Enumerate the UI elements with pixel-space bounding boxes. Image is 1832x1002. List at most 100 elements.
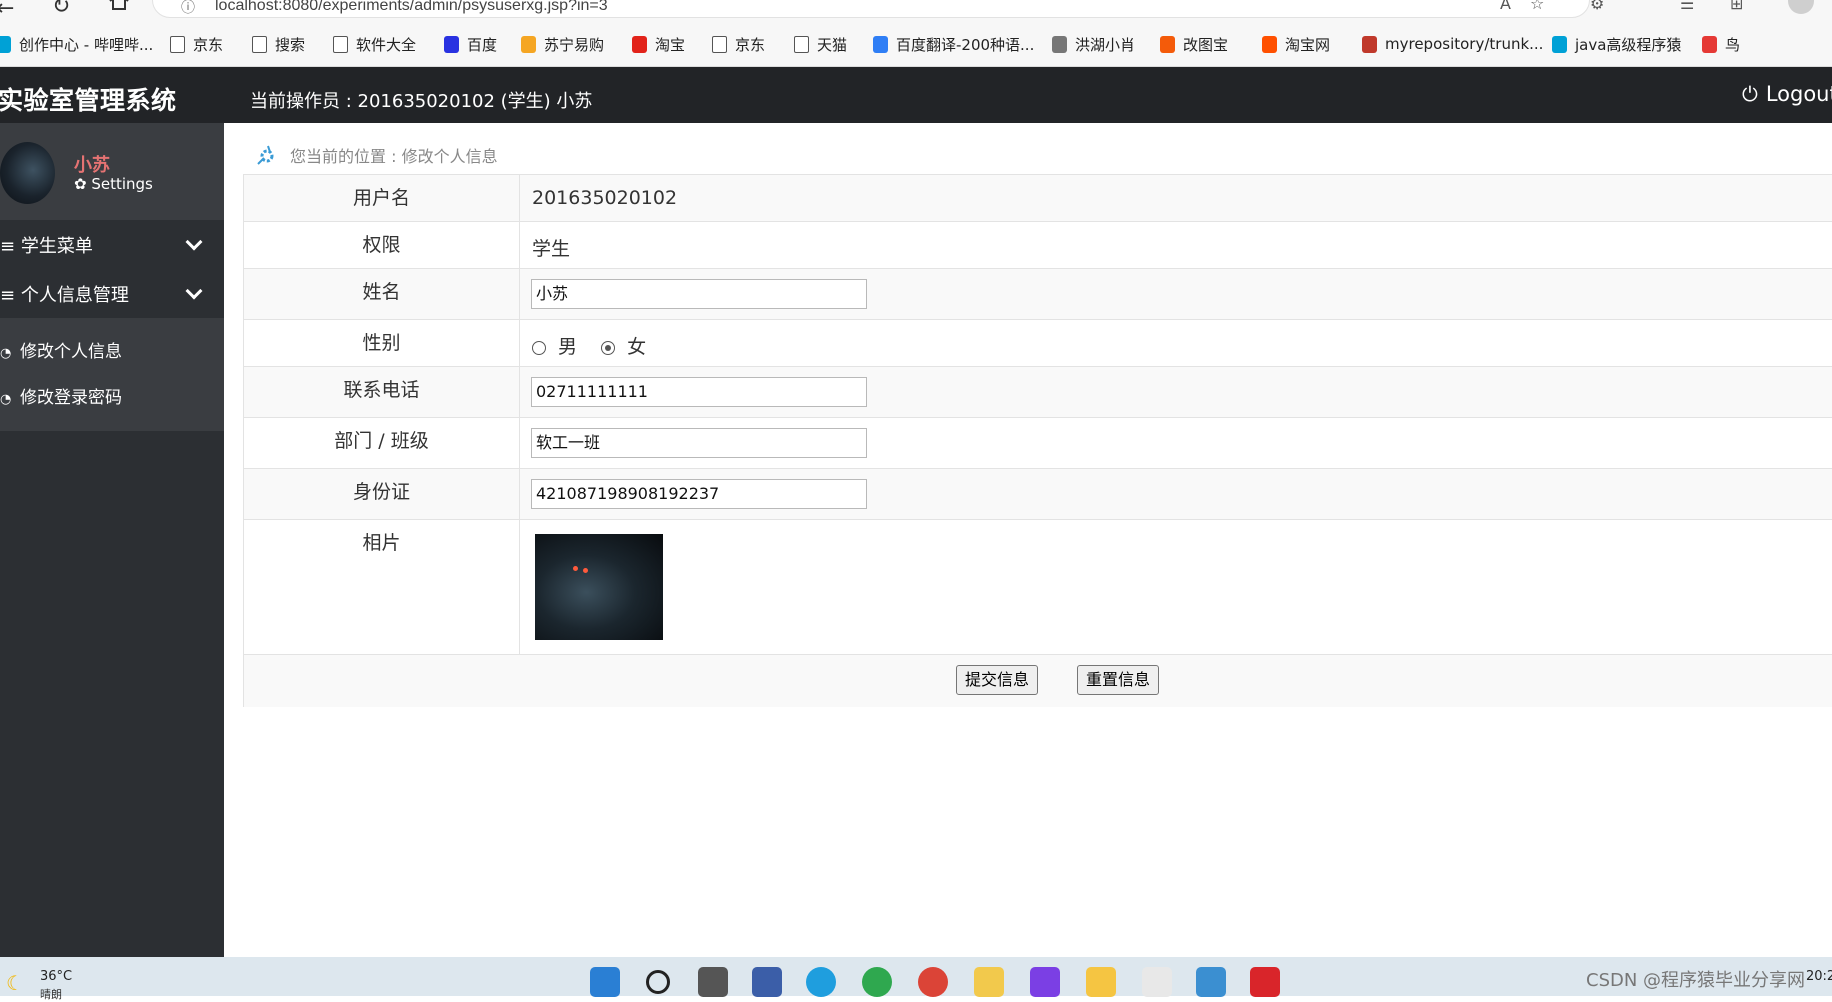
menu-label: 学生菜单 [20, 236, 93, 257]
field-label: 性别 [244, 320, 520, 366]
bookmark-item[interactable]: 鸟 [1702, 34, 1740, 54]
bookmark-label: 软件大全 [356, 35, 417, 54]
app-header: 实验室管理系统 当前操作员 : 201635020102 (学生) 小苏 ⏻ Lo… [0, 67, 1832, 123]
location-icon [257, 145, 274, 165]
back-icon[interactable]: ← [0, 0, 14, 21]
taskbar: ☾ 36°C 晴朗 CSDN @程序猿毕业分享网 20:26 [0, 957, 1832, 1001]
bookmark-item[interactable]: 百度翻译-200种语... [873, 34, 1034, 54]
bookmark-item[interactable]: 淘宝 [632, 34, 685, 54]
ie-icon[interactable] [862, 967, 892, 997]
name-input[interactable]: 小苏 [531, 279, 867, 309]
bookmark-item[interactable]: 淘宝网 [1262, 34, 1330, 54]
field-label: 相片 [244, 520, 520, 654]
address-bar[interactable]: ⓘ localhost:8080/experiments/admin/psysu… [152, 0, 1590, 18]
bookmark-label: 天猫 [817, 35, 848, 54]
field-label: 身份证 [244, 469, 520, 519]
task-view-icon[interactable] [698, 967, 728, 997]
wps-icon[interactable] [1250, 967, 1280, 997]
phone-input[interactable]: 02711111111 [531, 377, 867, 407]
app-icon[interactable] [752, 967, 782, 997]
bookmark-item[interactable]: 改图宝 [1160, 34, 1228, 54]
site-info-icon[interactable]: ⓘ [181, 0, 195, 17]
settings-link[interactable]: ✿ Settings [74, 175, 153, 193]
read-aloud-icon[interactable]: A [1500, 0, 1511, 13]
reload-icon[interactable]: ↻ [52, 0, 70, 19]
bookmark-item[interactable]: 创作中心 - 哔哩哔... [0, 34, 153, 54]
sidebar-item-edit-info[interactable]: ◔ 修改个人信息 [0, 337, 122, 367]
menu-label: 个人信息管理 [20, 285, 129, 306]
sidebar-item-change-password[interactable]: ◔ 修改登录密码 [0, 383, 122, 413]
bookmark-item[interactable]: 京东 [712, 34, 765, 54]
breadcrumb-text: 您当前的位置 : 修改个人信息 [290, 147, 498, 166]
site-icon [0, 35, 11, 53]
search-icon[interactable] [646, 970, 670, 994]
clock: 20:26 [1806, 969, 1832, 984]
site-icon [873, 35, 888, 53]
weather-description: 晴朗 [40, 988, 62, 1001]
gender-male-label: 男 [558, 336, 578, 358]
form-row-department: 部门 / 班级 软工一班 [244, 418, 1832, 469]
start-icon[interactable] [590, 967, 620, 997]
bookmark-item[interactable]: 洪湖小肖 [1052, 34, 1135, 54]
id-card-input[interactable]: 421087198908192237 [531, 479, 867, 509]
app-icon[interactable] [1086, 967, 1116, 997]
bookmark-item[interactable]: 苏宁易购 [521, 34, 604, 54]
form-row-name: 姓名 小苏 [244, 269, 1832, 320]
form-row-gender: 性别 男 女 [244, 320, 1832, 367]
breadcrumb: 您当前的位置 : 修改个人信息 [256, 143, 498, 167]
gender-male-radio[interactable] [532, 340, 546, 355]
bookmark-item[interactable]: 软件大全 [333, 34, 416, 54]
reset-button[interactable]: 重置信息 [1077, 665, 1160, 695]
bookmark-item[interactable]: 搜索 [252, 34, 305, 54]
favorites-icon[interactable]: ☰ [1680, 0, 1694, 13]
gear-icon: ✿ [74, 175, 92, 193]
power-icon: ⏻ [1742, 82, 1758, 106]
bookmark-label: 京东 [193, 35, 224, 54]
menu-student[interactable]: ≡ 学生菜单 [0, 220, 224, 268]
department-input[interactable]: 软工一班 [531, 428, 867, 458]
edge-icon[interactable] [806, 967, 836, 997]
bookmark-item[interactable]: myrepository/trunk... [1362, 34, 1543, 54]
bookmark-label: 洪湖小肖 [1075, 35, 1136, 54]
bookmark-item[interactable]: 天猫 [794, 34, 847, 54]
bookmark-item[interactable]: 百度 [444, 34, 497, 54]
rss-icon: ◔ [0, 346, 12, 361]
submenu: ◔ 修改个人信息 ◔ 修改登录密码 [0, 318, 224, 431]
current-operator: 当前操作员 : 201635020102 (学生) 小苏 [250, 91, 593, 112]
folder-icon[interactable] [974, 967, 1004, 997]
bookmark-label: 百度翻译-200种语... [896, 35, 1035, 54]
collections-icon[interactable]: ⊞ [1730, 0, 1743, 13]
bookmark-item[interactable]: 京东 [170, 34, 223, 54]
role-value: 学生 [532, 238, 571, 260]
chrome-icon[interactable] [918, 967, 948, 997]
list-icon: ≡ [0, 236, 16, 257]
page-icon [252, 35, 267, 53]
page-icon [712, 35, 727, 53]
page-icon [170, 35, 185, 53]
home-icon[interactable] [108, 0, 130, 10]
gender-female-radio[interactable] [601, 340, 616, 355]
submit-button[interactable]: 提交信息 [956, 665, 1039, 695]
app-icon[interactable] [1142, 967, 1172, 997]
logout-button[interactable]: ⏻ Logout [1742, 82, 1832, 106]
sidebar: 小苏 ✿ Settings ≡ 学生菜单 ≡ 个人信息管理 ◔ 修改个人信息 ◔ 修… [0, 123, 224, 957]
intellij-icon[interactable] [1030, 967, 1060, 997]
menu-personal-info[interactable]: ≡ 个人信息管理 [0, 269, 224, 317]
add-favorite-icon[interactable]: ☆ [1530, 0, 1544, 13]
logout-label: Logout [1765, 82, 1832, 106]
extensions-icon[interactable]: ⚙ [1590, 0, 1604, 13]
field-label: 姓名 [244, 269, 520, 319]
bookmark-label: 京东 [735, 35, 766, 54]
bookmark-item[interactable]: java高级程序猿 [1552, 34, 1681, 54]
bookmark-label: myrepository/trunk... [1385, 35, 1544, 53]
site-icon [521, 35, 536, 53]
page-icon [794, 35, 809, 53]
url-text[interactable]: localhost:8080/experiments/admin/psysuse… [215, 0, 608, 15]
bookmarks-bar: 创作中心 - 哔哩哔... 京东 搜索 软件大全 百度 苏宁易购 淘宝 京东 天猫 百度翻译-20… [0, 22, 1832, 67]
form-row-role: 权限 学生 [244, 222, 1832, 269]
form-row-id-card: 身份证 421087198908192237 [244, 469, 1832, 520]
gender-options: 男 女 [532, 332, 646, 359]
photos-icon[interactable] [1196, 967, 1226, 997]
sidebar-item-label: 修改登录密码 [20, 388, 122, 408]
rss-icon: ◔ [0, 392, 12, 407]
